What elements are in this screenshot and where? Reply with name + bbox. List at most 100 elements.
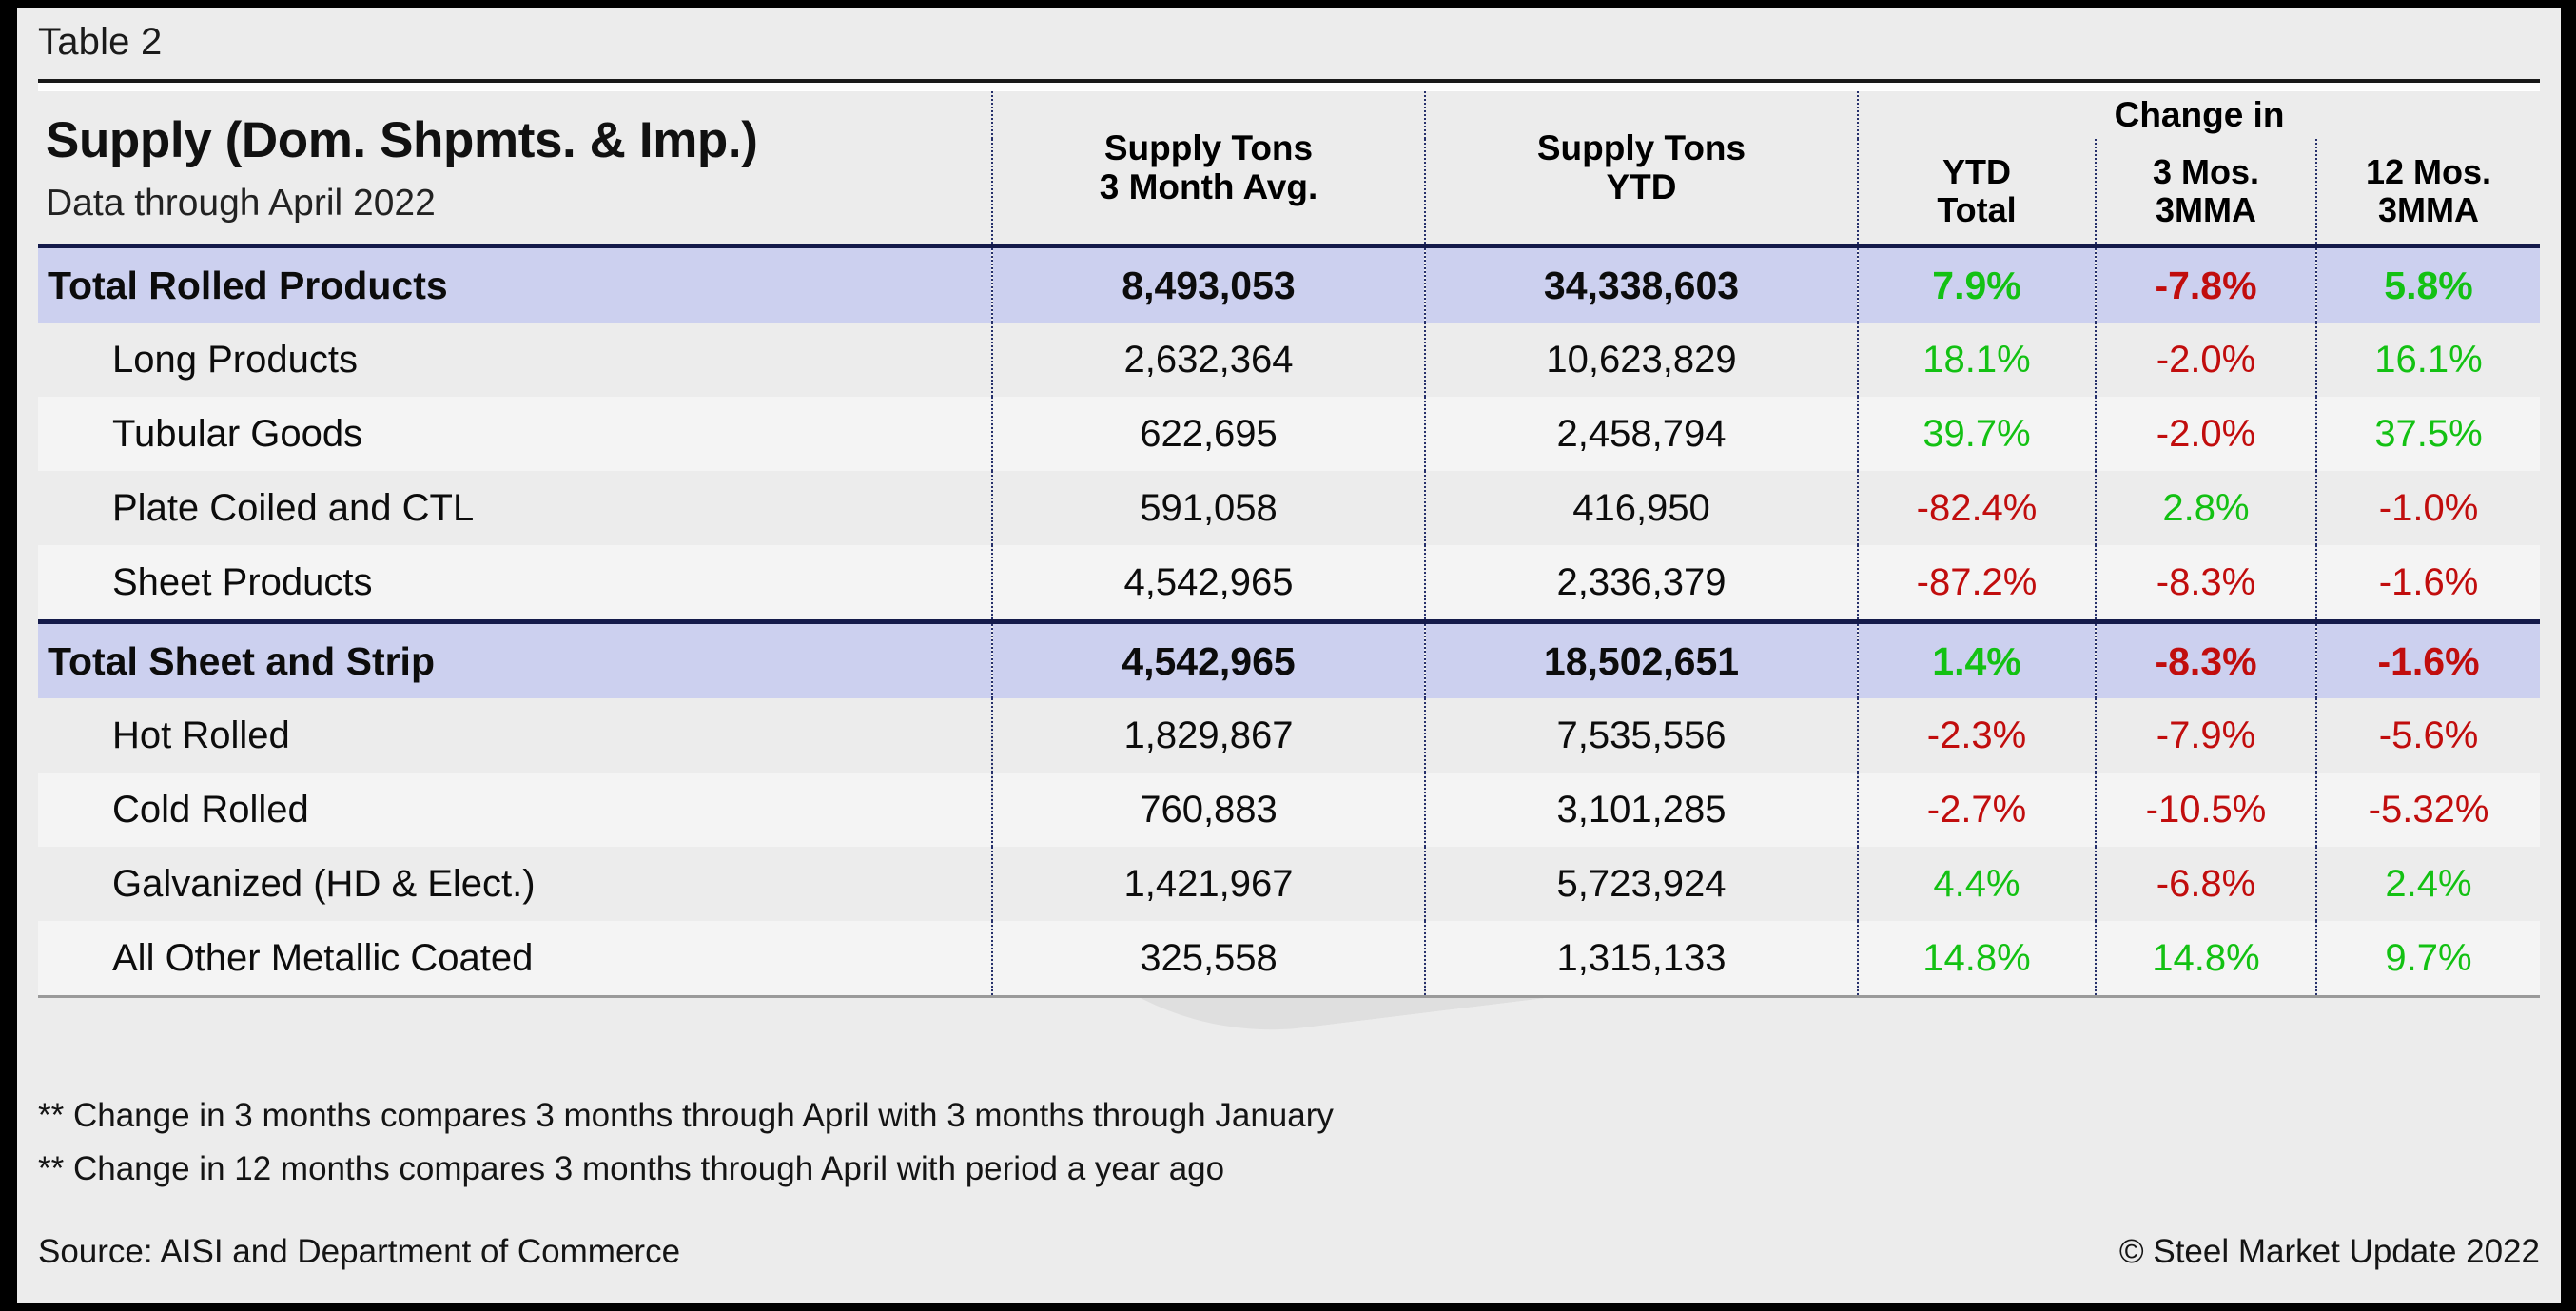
table-caption: Table 2	[38, 21, 162, 64]
cell-3month-avg: 8,493,053	[992, 248, 1425, 323]
cell-change-3mo: -7.9%	[2096, 698, 2316, 773]
table-panel: Table 2 STEEL MARKET UPDATE part of the …	[17, 8, 2568, 1303]
cell-3month-avg: 325,558	[992, 921, 1425, 995]
cell-change-ytd: 7.9%	[1858, 248, 2096, 323]
table-row[interactable]: Tubular Goods622,6952,458,79439.7%-2.0%3…	[38, 397, 2540, 471]
footnotes: ** Change in 3 months compares 3 months …	[38, 1097, 2530, 1203]
row-label: Galvanized (HD & Elect.)	[38, 847, 992, 921]
cell-change-12mo: -1.6%	[2316, 624, 2540, 698]
cell-3month-avg: 1,829,867	[992, 698, 1425, 773]
cell-change-ytd: 14.8%	[1858, 921, 2096, 995]
cell-ytd: 1,315,133	[1425, 921, 1858, 995]
cell-change-ytd: 1.4%	[1858, 624, 2096, 698]
cell-ytd: 2,458,794	[1425, 397, 1858, 471]
col-header-change-3mo: 3 Mos. 3MMA	[2096, 139, 2316, 244]
table-row[interactable]: Long Products2,632,36410,623,82918.1%-2.…	[38, 323, 2540, 397]
cell-ytd: 7,535,556	[1425, 698, 1858, 773]
table-row[interactable]: Total Rolled Products8,493,05334,338,603…	[38, 248, 2540, 323]
col-header-change-3mo-line2: 3MMA	[2097, 191, 2315, 229]
cell-ytd: 3,101,285	[1425, 773, 1858, 847]
col-header-ytd-line1: Supply Tons	[1426, 128, 1857, 167]
row-label: Total Sheet and Strip	[38, 624, 992, 698]
cell-change-3mo: -7.8%	[2096, 248, 2316, 323]
col-header-change-ytd: YTD Total	[1858, 139, 2096, 244]
screenshot-root: Table 2 STEEL MARKET UPDATE part of the …	[0, 0, 2576, 1311]
col-header-3month-avg-line1: Supply Tons	[993, 128, 1424, 167]
header-title-cell: Supply (Dom. Shpmts. & Imp.) Data throug…	[38, 91, 992, 244]
cell-change-12mo: 5.8%	[2316, 248, 2540, 323]
cell-3month-avg: 622,695	[992, 397, 1425, 471]
cell-change-3mo: 14.8%	[2096, 921, 2316, 995]
top-rule-gap	[38, 83, 2540, 91]
col-header-change-ytd-line1: YTD	[1859, 153, 2095, 191]
cell-change-ytd: 18.1%	[1858, 323, 2096, 397]
cell-change-ytd: 39.7%	[1858, 397, 2096, 471]
cell-change-3mo: -8.3%	[2096, 545, 2316, 619]
row-label: Sheet Products	[38, 545, 992, 619]
cell-change-12mo: -5.32%	[2316, 773, 2540, 847]
table-row[interactable]: Total Sheet and Strip4,542,96518,502,651…	[38, 624, 2540, 698]
row-label: Plate Coiled and CTL	[38, 471, 992, 545]
col-header-3month-avg: Supply Tons 3 Month Avg.	[992, 91, 1425, 244]
cell-change-12mo: -5.6%	[2316, 698, 2540, 773]
table-title: Supply (Dom. Shpmts. & Imp.)	[46, 111, 991, 169]
row-label: Tubular Goods	[38, 397, 992, 471]
cell-ytd: 18,502,651	[1425, 624, 1858, 698]
cell-change-ytd: -2.7%	[1858, 773, 2096, 847]
row-label: Cold Rolled	[38, 773, 992, 847]
cell-change-12mo: 9.7%	[2316, 921, 2540, 995]
cell-ytd: 34,338,603	[1425, 248, 1858, 323]
col-header-change-12mo-line1: 12 Mos.	[2317, 153, 2540, 191]
footnote-1: ** Change in 3 months compares 3 months …	[38, 1097, 2530, 1135]
table-row[interactable]: Sheet Products4,542,9652,336,379-87.2%-8…	[38, 545, 2540, 619]
table-row[interactable]: Hot Rolled1,829,8677,535,556-2.3%-7.9%-5…	[38, 698, 2540, 773]
header-row-group: Supply (Dom. Shpmts. & Imp.) Data throug…	[38, 91, 2540, 139]
cell-change-3mo: -10.5%	[2096, 773, 2316, 847]
cell-change-3mo: -6.8%	[2096, 847, 2316, 921]
table-row[interactable]: Galvanized (HD & Elect.)1,421,9675,723,9…	[38, 847, 2540, 921]
col-header-change-12mo: 12 Mos. 3MMA	[2316, 139, 2540, 244]
cell-ytd: 5,723,924	[1425, 847, 1858, 921]
cell-3month-avg: 1,421,967	[992, 847, 1425, 921]
cell-change-3mo: -2.0%	[2096, 323, 2316, 397]
source-text: Source: AISI and Department of Commerce	[38, 1233, 680, 1271]
cell-change-ytd: -87.2%	[1858, 545, 2096, 619]
cell-change-ytd: -2.3%	[1858, 698, 2096, 773]
footnote-2: ** Change in 12 months compares 3 months…	[38, 1150, 2530, 1188]
table-row[interactable]: Cold Rolled760,8833,101,285-2.7%-10.5%-5…	[38, 773, 2540, 847]
row-label: Long Products	[38, 323, 992, 397]
col-header-ytd: Supply Tons YTD	[1425, 91, 1858, 244]
cell-change-3mo: 2.8%	[2096, 471, 2316, 545]
cell-3month-avg: 760,883	[992, 773, 1425, 847]
cell-ytd: 416,950	[1425, 471, 1858, 545]
table-row[interactable]: Plate Coiled and CTL591,058416,950-82.4%…	[38, 471, 2540, 545]
table-subtitle: Data through April 2022	[46, 183, 991, 225]
bottom-rule	[38, 995, 2540, 998]
row-label: Total Rolled Products	[38, 248, 992, 323]
table-row[interactable]: All Other Metallic Coated325,5581,315,13…	[38, 921, 2540, 995]
cell-change-3mo: -2.0%	[2096, 397, 2316, 471]
cell-change-12mo: 2.4%	[2316, 847, 2540, 921]
row-label: Hot Rolled	[38, 698, 992, 773]
row-label: All Other Metallic Coated	[38, 921, 992, 995]
col-header-ytd-line2: YTD	[1426, 167, 1857, 206]
cell-change-ytd: -82.4%	[1858, 471, 2096, 545]
col-header-change-ytd-line2: Total	[1859, 191, 2095, 229]
source-line: Source: AISI and Department of Commerce …	[38, 1233, 2540, 1271]
col-header-3month-avg-line2: 3 Month Avg.	[993, 167, 1424, 206]
cell-change-12mo: -1.0%	[2316, 471, 2540, 545]
col-header-change-12mo-line2: 3MMA	[2317, 191, 2540, 229]
cell-change-ytd: 4.4%	[1858, 847, 2096, 921]
table-header: Supply (Dom. Shpmts. & Imp.) Data throug…	[38, 91, 2540, 244]
cell-ytd: 10,623,829	[1425, 323, 1858, 397]
cell-3month-avg: 591,058	[992, 471, 1425, 545]
cell-change-12mo: 37.5%	[2316, 397, 2540, 471]
cell-change-12mo: -1.6%	[2316, 545, 2540, 619]
cell-3month-avg: 4,542,965	[992, 624, 1425, 698]
col-header-change-3mo-line1: 3 Mos.	[2097, 153, 2315, 191]
cell-change-12mo: 16.1%	[2316, 323, 2540, 397]
supply-table: Supply (Dom. Shpmts. & Imp.) Data throug…	[38, 91, 2540, 998]
table-body: Total Rolled Products8,493,05334,338,603…	[38, 244, 2540, 998]
cell-3month-avg: 2,632,364	[992, 323, 1425, 397]
copyright-text: © Steel Market Update 2022	[2119, 1233, 2540, 1271]
